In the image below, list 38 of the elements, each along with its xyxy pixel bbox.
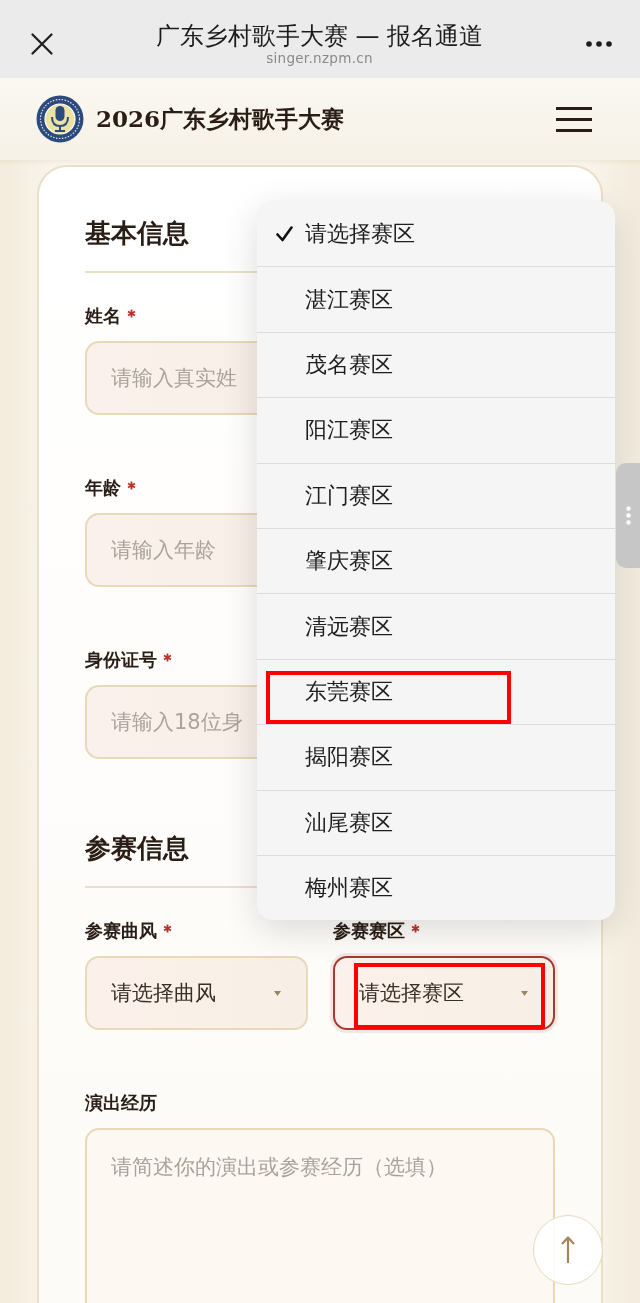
- dropdown-option[interactable]: 江门赛区: [257, 462, 615, 528]
- dropdown-option[interactable]: 茂名赛区: [257, 331, 615, 398]
- text-input[interactable]: 请输入真实姓: [85, 341, 257, 415]
- field-label: 参赛曲风: [85, 919, 157, 943]
- dropdown-option[interactable]: 清远赛区: [257, 593, 615, 659]
- section-heading: 参赛信息: [85, 832, 189, 865]
- page-url: singer.nzpm.cn: [266, 50, 373, 66]
- dropdown-option[interactable]: 梅州赛区: [257, 854, 615, 921]
- dropdown-option[interactable]: 阳江赛区: [257, 397, 615, 463]
- field-label: 年龄: [85, 476, 121, 500]
- field-label: 姓名: [85, 304, 121, 328]
- more-icon: [586, 41, 612, 47]
- site-title: 2026广东乡村歌手大赛: [96, 103, 344, 134]
- field-label: 参赛赛区: [332, 919, 405, 943]
- menu-icon: [556, 106, 592, 132]
- caret-icon: [521, 990, 528, 996]
- select-field[interactable]: 请选择曲风: [85, 956, 308, 1030]
- up-arrow-icon: [561, 1236, 575, 1264]
- dropdown-option[interactable]: 揭阳赛区: [257, 724, 615, 790]
- field-label: 演出经历: [85, 1091, 157, 1115]
- dropdown-option[interactable]: 湛江赛区: [257, 266, 615, 332]
- side-handle[interactable]: [616, 463, 640, 568]
- text-input[interactable]: 请输入18位身: [85, 685, 257, 759]
- select-field[interactable]: 请选择赛区: [332, 956, 555, 1030]
- menu-button[interactable]: [556, 106, 592, 132]
- section-heading: 基本信息: [85, 217, 189, 250]
- textarea-field[interactable]: 请简述你的演出或参赛经历（选填）: [85, 1128, 555, 1303]
- text-input[interactable]: 请输入年龄: [85, 513, 257, 587]
- page-title: 广东乡村歌手大赛 — 报名通道: [155, 22, 484, 50]
- dropdown-option[interactable]: 东莞赛区: [257, 658, 615, 725]
- field-label: 身份证号: [85, 648, 157, 672]
- microphone-emblem-icon: [36, 95, 84, 143]
- caret-icon: [273, 990, 281, 996]
- dropdown-option[interactable]: 请选择赛区: [257, 201, 615, 267]
- dropdown-option[interactable]: 汕尾赛区: [257, 789, 615, 855]
- vertical-dots-icon: [625, 506, 631, 525]
- close-icon: [31, 33, 53, 55]
- dropdown-option[interactable]: 肇庆赛区: [257, 527, 615, 594]
